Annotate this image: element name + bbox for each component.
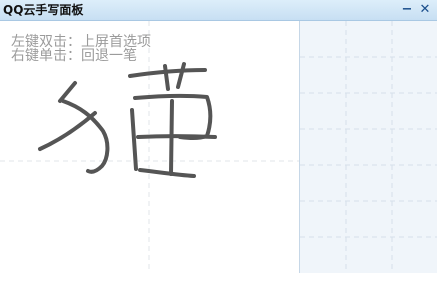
handwriting-canvas[interactable]: 左键双击：上屏首选项 右键单击：回退一笔 [0, 21, 299, 273]
ink-stroke [130, 108, 138, 171]
window-footer [0, 273, 437, 284]
close-icon: ✕ [419, 2, 431, 17]
hint-right-click: 右键单击：回退一笔 [11, 48, 137, 64]
window-title: QQ云手写面板 [3, 3, 84, 17]
ink-strokes [38, 62, 217, 178]
title-bar[interactable]: QQ云手写面板 − ✕ [0, 0, 437, 21]
ink-stroke [138, 168, 196, 178]
ink-stroke [169, 99, 174, 176]
hint-double-click: 左键双击：上屏首选项 [11, 34, 151, 50]
candidate-panel[interactable] [299, 21, 437, 273]
ink-stroke [58, 81, 77, 103]
minimize-icon: − [401, 2, 413, 17]
ink-stroke [38, 111, 97, 151]
ink-stroke [136, 134, 217, 139]
usage-hints: 左键双击：上屏首选项 右键单击：回退一笔 [11, 35, 151, 63]
ink-stroke [176, 62, 186, 89]
candidate-grid [300, 21, 437, 273]
ink-stroke [163, 64, 170, 91]
close-button[interactable]: ✕ [417, 1, 433, 19]
handwriting-window: QQ云手写面板 − ✕ 左键双击：上屏首选项 右键单击：回退一笔 [0, 0, 437, 284]
minimize-button[interactable]: − [399, 1, 415, 19]
